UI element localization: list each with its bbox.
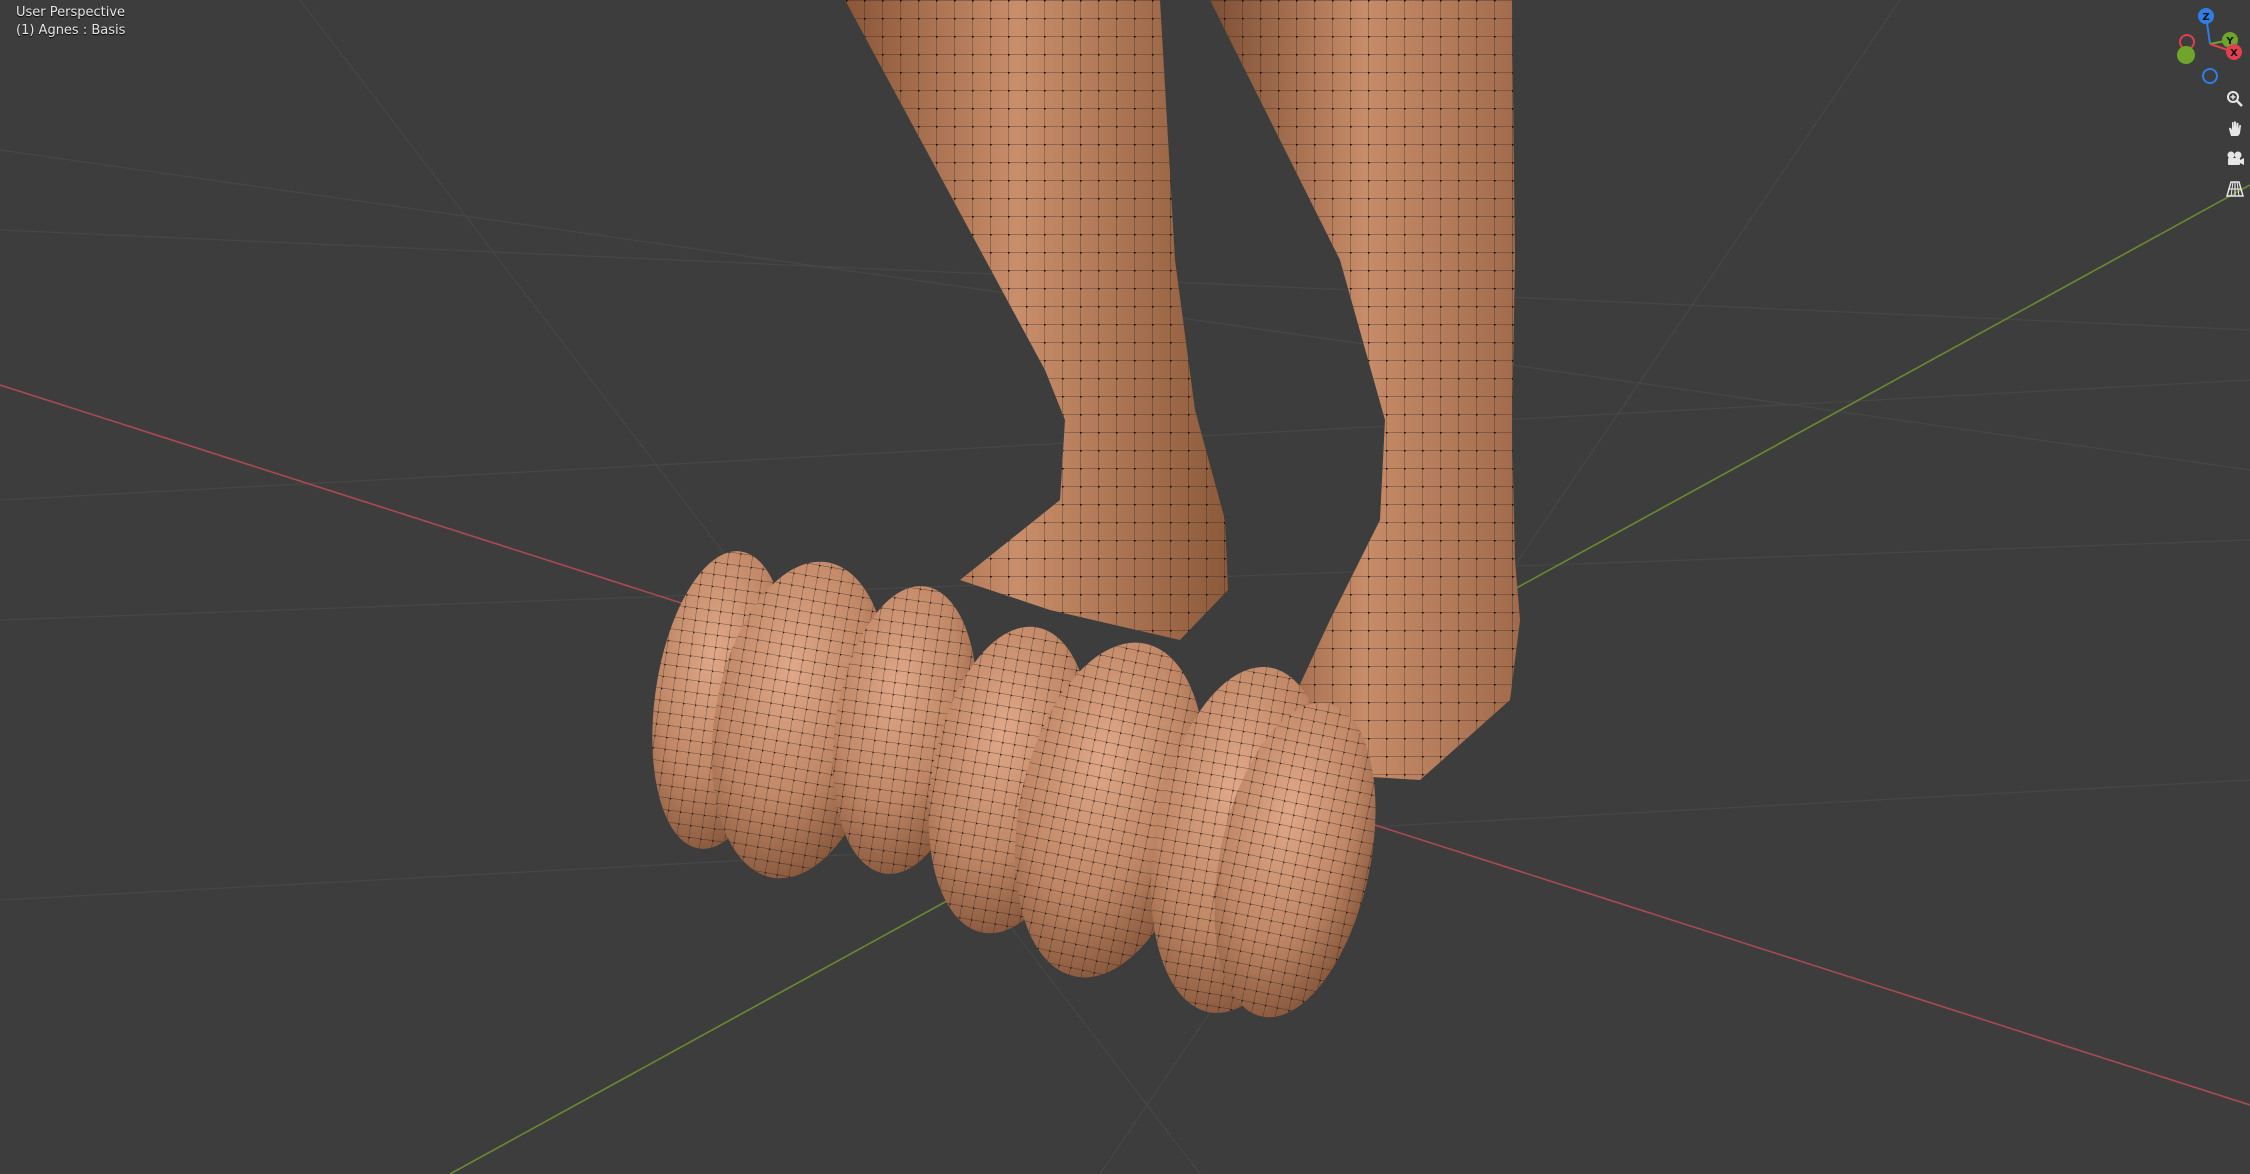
zoom-icon[interactable] — [2222, 86, 2248, 112]
navigation-gizmo[interactable]: Z Y X — [2160, 0, 2250, 90]
camera-icon[interactable] — [2222, 146, 2248, 172]
grid-perspective-icon[interactable] — [2222, 176, 2248, 202]
gizmo-neg-z-axis[interactable] — [2202, 68, 2218, 84]
right-leg-mesh[interactable] — [1210, 0, 1520, 780]
gizmo-neg-y-axis[interactable] — [2177, 46, 2195, 64]
scene-canvas[interactable] — [0, 0, 2250, 1174]
3d-viewport[interactable]: User Perspective (1) Agnes : Basis Z Y X — [0, 0, 2250, 1174]
left-leg-mesh[interactable] — [845, 0, 1228, 640]
gizmo-z-label: Z — [2202, 12, 2209, 23]
hand-pan-icon[interactable] — [2222, 116, 2248, 142]
view-name-label: User Perspective — [16, 5, 126, 20]
gizmo-x-label: X — [2230, 48, 2238, 59]
viewport-nav-tools — [2222, 86, 2250, 206]
active-object-label: (1) Agnes : Basis — [16, 23, 126, 38]
